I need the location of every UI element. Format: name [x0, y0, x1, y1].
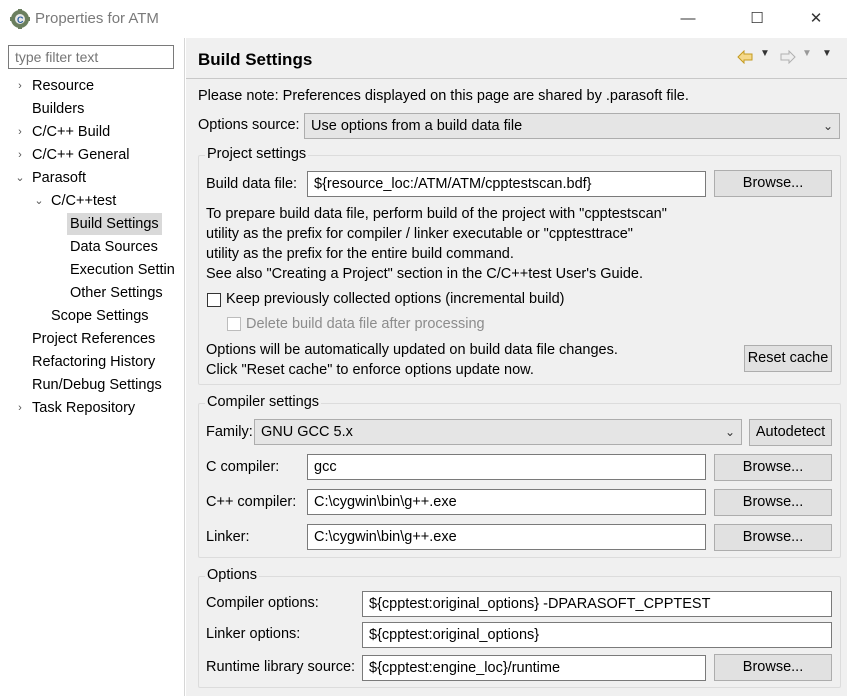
forward-arrow-icon: [780, 50, 796, 64]
chevron-right-icon[interactable]: ›: [14, 75, 26, 97]
tree-item-build-settings[interactable]: Build Settings: [67, 213, 162, 235]
c-compiler-field[interactable]: gcc: [307, 454, 706, 480]
close-button[interactable]: ✕: [793, 0, 839, 38]
info-line-4: See also "Creating a Project" section in…: [206, 266, 643, 282]
filter-input[interactable]: [8, 45, 174, 69]
cpp-compiler-field[interactable]: C:\cygwin\bin\g++.exe: [307, 489, 706, 515]
reset-cache-button[interactable]: Reset cache: [744, 345, 832, 372]
chevron-down-icon: ⌄: [822, 119, 833, 133]
keep-options-label[interactable]: Keep previously collected options (incre…: [226, 291, 565, 307]
chevron-down-icon[interactable]: ⌄: [33, 190, 45, 212]
auto-info-line-2: Click "Reset cache" to enforce options u…: [206, 362, 534, 378]
info-line-1: To prepare build data file, perform buil…: [206, 206, 667, 222]
back-arrow-icon[interactable]: [737, 50, 753, 64]
bdf-label: Build data file:: [206, 176, 298, 192]
tree-item-run-debug-settings[interactable]: Run/Debug Settings: [32, 374, 162, 396]
chevron-right-icon[interactable]: ›: [14, 397, 26, 419]
tree-item-scope-settings[interactable]: Scope Settings: [51, 305, 149, 327]
chevron-right-icon[interactable]: ›: [14, 144, 26, 166]
svg-text:C: C: [17, 15, 24, 25]
delete-bdf-label: Delete build data file after processing: [246, 316, 485, 332]
family-value: GNU GCC 5.x: [261, 424, 353, 440]
tree-item-refactoring-history[interactable]: Refactoring History: [32, 351, 155, 373]
c-compiler-browse-button[interactable]: Browse...: [714, 454, 832, 481]
tree-item-resource[interactable]: Resource: [32, 75, 94, 97]
bdf-field[interactable]: ${resource_loc:/ATM/ATM/cpptestscan.bdf}: [307, 171, 706, 197]
linker-field[interactable]: C:\cygwin\bin\g++.exe: [307, 524, 706, 550]
options-source-select[interactable]: Use options from a build data file ⌄: [304, 113, 840, 139]
options-source-label: Options source:: [198, 117, 300, 133]
linker-browse-button[interactable]: Browse...: [714, 524, 832, 551]
shared-note: Please note: Preferences displayed on th…: [198, 88, 689, 104]
info-line-2: utility as the prefix for compiler / lin…: [206, 226, 633, 242]
delete-bdf-checkbox: [227, 317, 241, 331]
forward-menu-icon: ▼: [802, 48, 812, 59]
keep-options-checkbox[interactable]: [207, 293, 221, 307]
options-title: Options: [205, 567, 259, 583]
chevron-down-icon[interactable]: ⌄: [14, 167, 26, 189]
cpp-compiler-label: C++ compiler:: [206, 494, 297, 510]
chevron-right-icon[interactable]: ›: [14, 121, 26, 143]
tree-item-project-references[interactable]: Project References: [32, 328, 155, 350]
family-select[interactable]: GNU GCC 5.x ⌄: [254, 419, 742, 445]
view-menu-icon[interactable]: ▼: [822, 48, 832, 59]
app-icon: C: [10, 9, 30, 29]
project-settings-title: Project settings: [205, 146, 309, 162]
c-compiler-label: C compiler:: [206, 459, 280, 475]
linker-label: Linker:: [206, 529, 250, 545]
runtime-field[interactable]: ${cpptest:engine_loc}/runtime: [362, 655, 706, 681]
tree-item-cpp-general[interactable]: C/C++ General: [32, 144, 130, 166]
tree-item-task-repository[interactable]: Task Repository: [32, 397, 135, 419]
minimize-button[interactable]: —: [665, 0, 711, 38]
chevron-down-icon: ⌄: [724, 425, 735, 439]
linker-options-label: Linker options:: [206, 626, 301, 642]
family-label: Family:: [206, 424, 253, 440]
autodetect-button[interactable]: Autodetect: [749, 419, 832, 446]
runtime-label: Runtime library source:: [206, 659, 356, 675]
back-menu-icon[interactable]: ▼: [760, 48, 770, 59]
divider: [186, 78, 847, 79]
compiler-settings-title: Compiler settings: [205, 394, 322, 410]
bdf-browse-button[interactable]: Browse...: [714, 170, 832, 197]
tree-item-other-settings[interactable]: Other Settings: [70, 282, 163, 304]
info-line-3: utility as the prefix for the entire bui…: [206, 246, 514, 262]
maximize-button[interactable]: ☐: [734, 0, 780, 38]
tree-item-parasoft[interactable]: Parasoft: [32, 167, 86, 189]
tree-item-cpptest[interactable]: C/C++test: [51, 190, 116, 212]
compiler-options-field[interactable]: ${cpptest:original_options} -DPARASOFT_C…: [362, 591, 832, 617]
auto-info-line-1: Options will be automatically updated on…: [206, 342, 618, 358]
tree-item-cpp-build[interactable]: C/C++ Build: [32, 121, 110, 143]
options-source-value: Use options from a build data file: [311, 118, 523, 134]
tree-item-builders[interactable]: Builders: [32, 98, 84, 120]
tree-item-execution-settings[interactable]: Execution Settin: [70, 259, 176, 281]
page-title: Build Settings: [198, 50, 313, 69]
cpp-compiler-browse-button[interactable]: Browse...: [714, 489, 832, 516]
tree-item-data-sources[interactable]: Data Sources: [70, 236, 158, 258]
window-title: Properties for ATM: [35, 10, 159, 27]
linker-options-field[interactable]: ${cpptest:original_options}: [362, 622, 832, 648]
splitter[interactable]: [184, 38, 185, 696]
runtime-browse-button[interactable]: Browse...: [714, 654, 832, 681]
compiler-options-label: Compiler options:: [206, 595, 319, 611]
